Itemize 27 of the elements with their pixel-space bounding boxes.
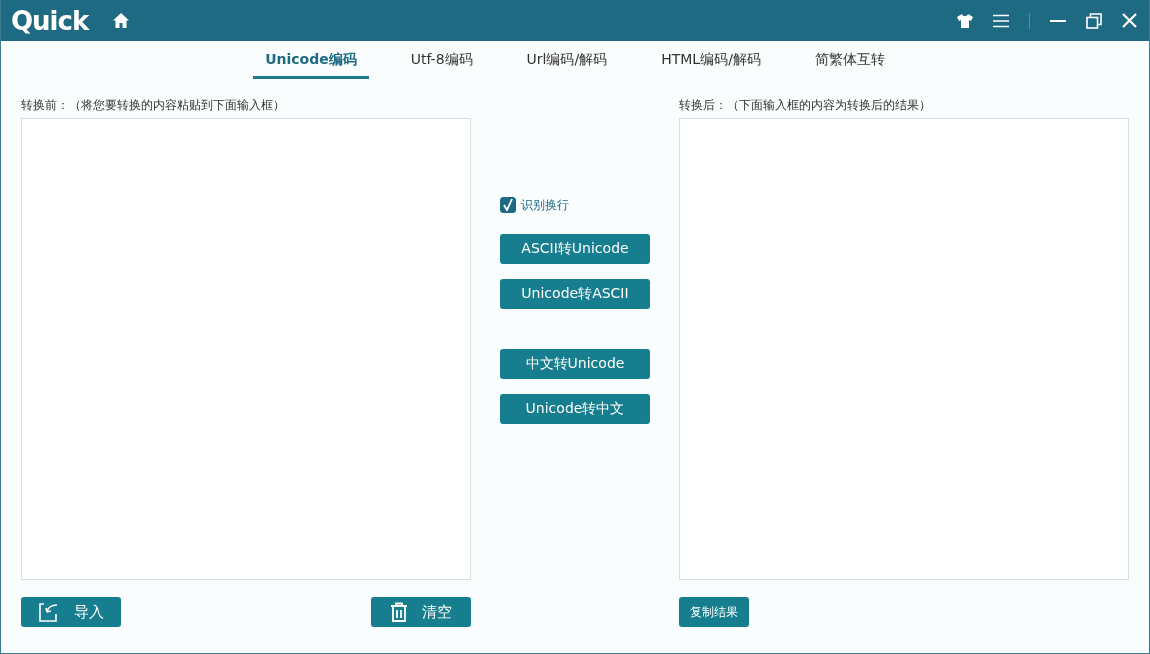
panel-label: 转换前：（将您要转换的内容粘贴到下面输入框） bbox=[21, 97, 286, 114]
tab[interactable]: HTML编码/解码 bbox=[649, 41, 773, 79]
app-logo: Quick bbox=[11, 5, 89, 36]
checkbox[interactable] bbox=[500, 197, 516, 213]
convert-button[interactable]: 中文转Unicode bbox=[500, 349, 650, 379]
clear-button[interactable]: 清空 bbox=[371, 597, 471, 627]
tab[interactable]: Utf-8编码 bbox=[398, 41, 485, 79]
tab[interactable]: Unicode编码 bbox=[253, 41, 369, 79]
output-field[interactable] bbox=[679, 118, 1129, 580]
menu-icon[interactable] bbox=[993, 13, 1009, 28]
close-icon[interactable] bbox=[1122, 13, 1137, 28]
shirt-icon[interactable] bbox=[957, 13, 973, 28]
minimize-icon[interactable] bbox=[1050, 19, 1066, 22]
home-icon[interactable] bbox=[112, 12, 131, 29]
tab[interactable]: 简繁体互转 bbox=[802, 41, 897, 79]
convert-button[interactable]: Unicode转ASCII bbox=[500, 279, 650, 309]
checkbox-label: 识别换行 bbox=[521, 196, 569, 214]
panel-label: 转换后：（下面输入框的内容为转换后的结果） bbox=[679, 97, 932, 114]
convert-button[interactable]: Unicode转中文 bbox=[500, 394, 650, 424]
trash-icon bbox=[390, 602, 408, 622]
input-field[interactable] bbox=[21, 118, 471, 580]
copy-button[interactable]: 复制结果 bbox=[679, 597, 749, 627]
import-button[interactable]: 导入 bbox=[21, 597, 121, 627]
tab[interactable]: Url编码/解码 bbox=[514, 41, 620, 79]
import-icon bbox=[38, 602, 60, 622]
restore-icon[interactable] bbox=[1086, 12, 1102, 29]
convert-button[interactable]: ASCII转Unicode bbox=[500, 234, 650, 264]
